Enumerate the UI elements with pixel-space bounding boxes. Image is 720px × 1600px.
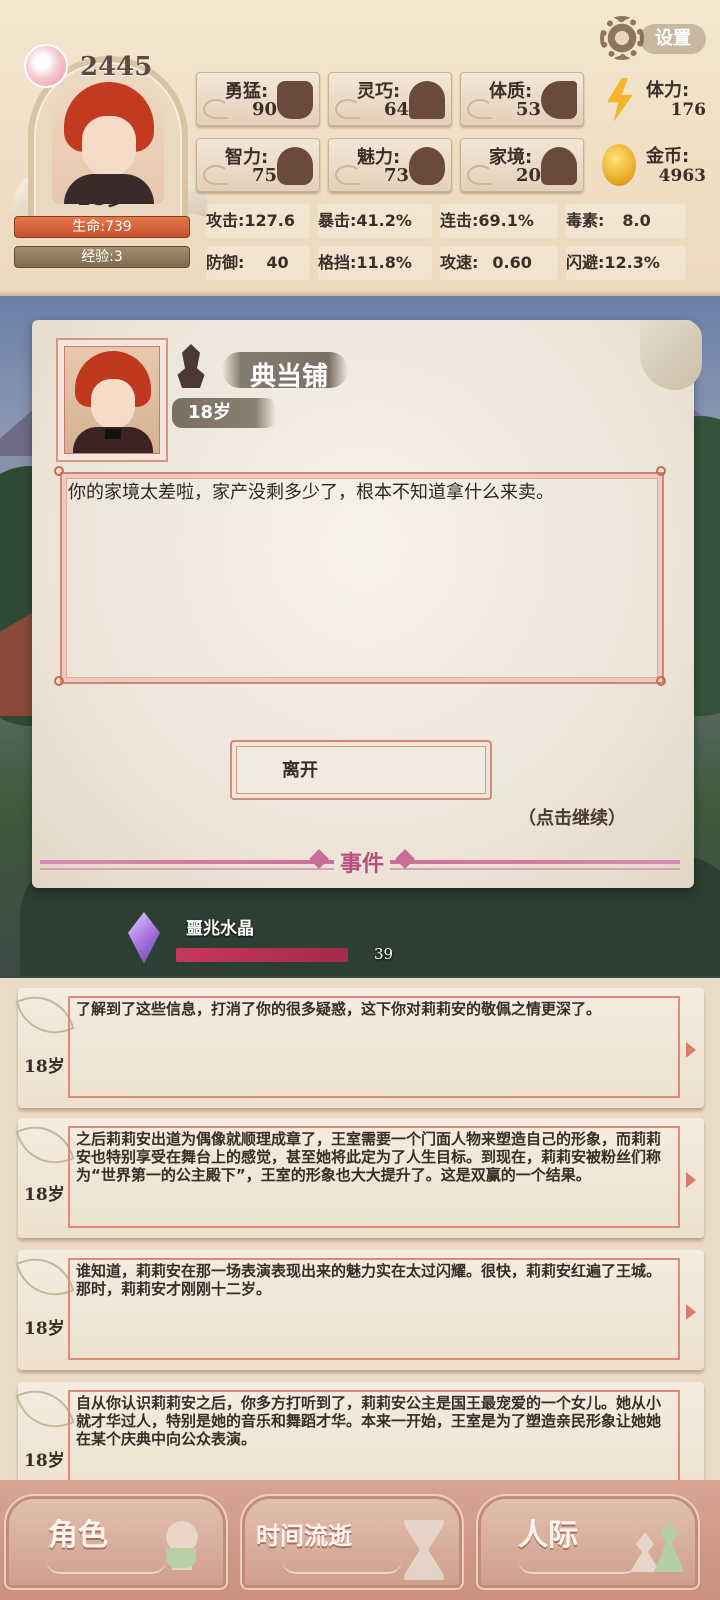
nav-label: 时间流逝 bbox=[256, 1522, 352, 1550]
combat-stat-crit: 暴击:41.2% bbox=[318, 204, 432, 238]
corner-ornament bbox=[656, 676, 666, 686]
stat-value: 90 bbox=[251, 99, 277, 120]
combat-stat-poison: 毒素: 8.0 bbox=[566, 204, 686, 238]
stat-value: 64 bbox=[383, 99, 409, 120]
soul-flame-icon bbox=[24, 44, 68, 88]
hero-age: 18岁 bbox=[76, 185, 129, 211]
hp-bar: 生命:739 bbox=[14, 216, 190, 238]
scroll-curl bbox=[640, 320, 702, 390]
soul-points-value: 2445 bbox=[80, 52, 153, 82]
crystal-label: 噩兆水晶 bbox=[186, 919, 254, 939]
combat-stat-defense: 防御: 40 bbox=[206, 246, 310, 280]
xp-bar: 经验:3 bbox=[14, 246, 190, 268]
nav-relations-button[interactable]: 人际 bbox=[476, 1494, 700, 1590]
stat-card-family[interactable]: 家境: 20 bbox=[460, 138, 584, 192]
resource-label: 金币: bbox=[646, 146, 690, 167]
log-entry: 之后莉莉安出道为偶像就顺理成章了，王室需要一个门面人物来塑造自己的形象，而莉莉安… bbox=[15, 1115, 704, 1238]
stat-card-constitution[interactable]: 体质: 53 bbox=[460, 72, 584, 126]
stat-value: 53 bbox=[515, 99, 541, 120]
nav-label: 角色 bbox=[48, 1518, 108, 1553]
resource-gold[interactable]: 金币: 4963 bbox=[598, 138, 714, 192]
nav-character-button[interactable]: 角色 bbox=[4, 1494, 228, 1590]
quill-icon bbox=[15, 1247, 75, 1307]
status-header: 2445 18岁 生命:739 经验:3 设置 勇猛: 90 灵巧: 64 体质… bbox=[0, 0, 720, 296]
stat-value: 20 bbox=[515, 165, 541, 186]
mirror-glass bbox=[166, 1548, 196, 1568]
nav-time-pass-button[interactable]: 时间流逝 bbox=[240, 1494, 464, 1590]
log-entry-text: 自从你认识莉莉安之后，你多方打听到了，莉莉安公主是国王最宠爱的一个女儿。她从小就… bbox=[76, 1394, 662, 1448]
combat-stat-attack: 攻击:127.6 bbox=[206, 204, 310, 238]
ornament-arrow bbox=[686, 1172, 696, 1188]
npc-portrait bbox=[64, 346, 160, 454]
settings-label: 设置 bbox=[640, 24, 706, 54]
stat-value: 73 bbox=[383, 165, 409, 186]
resource-value: 4963 bbox=[658, 166, 706, 186]
event-age-badge: 18岁 bbox=[172, 398, 276, 428]
log-entry: 自从你认识莉莉安之后，你多方打听到了，莉莉安公主是国王最宠爱的一个女儿。她从小就… bbox=[15, 1379, 704, 1480]
nav-label: 人际 bbox=[518, 1518, 578, 1553]
quill-icon bbox=[15, 1115, 75, 1175]
muscle-arm-icon bbox=[541, 81, 577, 119]
combat-stat-block: 格挡:11.8% bbox=[318, 246, 432, 280]
stat-card-dexterity[interactable]: 灵巧: 64 bbox=[328, 72, 452, 126]
crystal-progress-bar bbox=[176, 948, 348, 962]
log-entry-age: 18岁 bbox=[24, 1185, 65, 1205]
npc-face bbox=[91, 379, 135, 429]
log-entry-text: 之后莉莉安出道为偶像就顺理成章了，王室需要一个门面人物来塑造自己的形象，而莉莉安… bbox=[76, 1130, 662, 1184]
swirl-ornament bbox=[282, 1560, 402, 1574]
hourglass-icon bbox=[404, 1520, 444, 1580]
event-title: 典当铺 bbox=[250, 362, 329, 392]
npc-bowtie bbox=[105, 429, 121, 439]
flower-icon bbox=[409, 147, 445, 185]
log-entry-age: 18岁 bbox=[24, 1451, 65, 1471]
chess-piece-green bbox=[654, 1520, 684, 1572]
house-hand-icon bbox=[541, 147, 577, 185]
log-entry: 谁知道，莉莉安在那一场表演表现出来的魅力实在太过闪耀。很快，莉莉安红遍了王城。那… bbox=[15, 1247, 704, 1370]
continue-hint[interactable]: （点击继续） bbox=[518, 804, 626, 830]
combat-stat-dodge: 闪避:12.3% bbox=[566, 246, 686, 280]
lightning-icon bbox=[607, 78, 633, 122]
stat-value: 75 bbox=[251, 165, 277, 186]
log-entry-age: 18岁 bbox=[24, 1057, 65, 1077]
log-entry-text: 了解到了这些信息，打消了你的很多疑惑，这下你对莉莉安的敬佩之情更深了。 bbox=[76, 1000, 602, 1018]
log-entry-age: 18岁 bbox=[24, 1319, 65, 1339]
swirl-ornament bbox=[518, 1560, 638, 1574]
resource-value: 176 bbox=[670, 100, 707, 120]
settings-button[interactable]: 设置 bbox=[600, 16, 708, 60]
corner-ornament bbox=[54, 676, 64, 686]
dialog-text: 你的家境太差啦，家产没剩多少了，根本不知道拿什么来卖。 bbox=[68, 482, 554, 503]
event-section-label: 事件 bbox=[334, 846, 391, 878]
gear-icon bbox=[600, 16, 644, 60]
event-log[interactable]: 了解到了这些信息，打消了你的很多疑惑，这下你对莉莉安的敬佩之情更深了。 18岁 … bbox=[0, 978, 720, 1480]
combat-stat-attack-speed: 攻速: 0.60 bbox=[440, 246, 558, 280]
leave-button[interactable]: 离开 bbox=[230, 740, 492, 800]
stat-card-intelligence[interactable]: 智力: 75 bbox=[196, 138, 320, 192]
cloak-icon bbox=[409, 81, 445, 119]
ornament-arrow bbox=[686, 1304, 696, 1320]
stat-card-charm[interactable]: 魅力: 73 bbox=[328, 138, 452, 192]
ornament-arrow bbox=[686, 1042, 696, 1058]
fist-icon bbox=[277, 81, 313, 119]
brain-icon bbox=[277, 147, 313, 185]
resource-label: 体力: bbox=[646, 80, 690, 101]
crystal-value: 39 bbox=[374, 945, 394, 963]
log-entry: 了解到了这些信息，打消了你的很多疑惑，这下你对莉莉安的敬佩之情更深了。 18岁 bbox=[15, 985, 704, 1108]
hero-face bbox=[82, 116, 136, 176]
gold-coin-icon bbox=[602, 144, 636, 186]
combat-stat-combo: 连击:69.1% bbox=[440, 204, 558, 238]
quill-icon bbox=[15, 1379, 75, 1439]
log-entry-text: 谁知道，莉莉安在那一场表演表现出来的魅力实在太过闪耀。很快，莉莉安红遍了王城。那… bbox=[76, 1262, 662, 1298]
stat-card-bravery[interactable]: 勇猛: 90 bbox=[196, 72, 320, 126]
resource-stamina[interactable]: 体力: 176 bbox=[598, 72, 714, 126]
quill-icon bbox=[15, 985, 75, 1045]
npc-portrait-frame bbox=[56, 338, 168, 462]
corner-ornament bbox=[54, 466, 64, 476]
swirl-ornament bbox=[46, 1560, 166, 1574]
corner-ornament bbox=[656, 466, 666, 476]
